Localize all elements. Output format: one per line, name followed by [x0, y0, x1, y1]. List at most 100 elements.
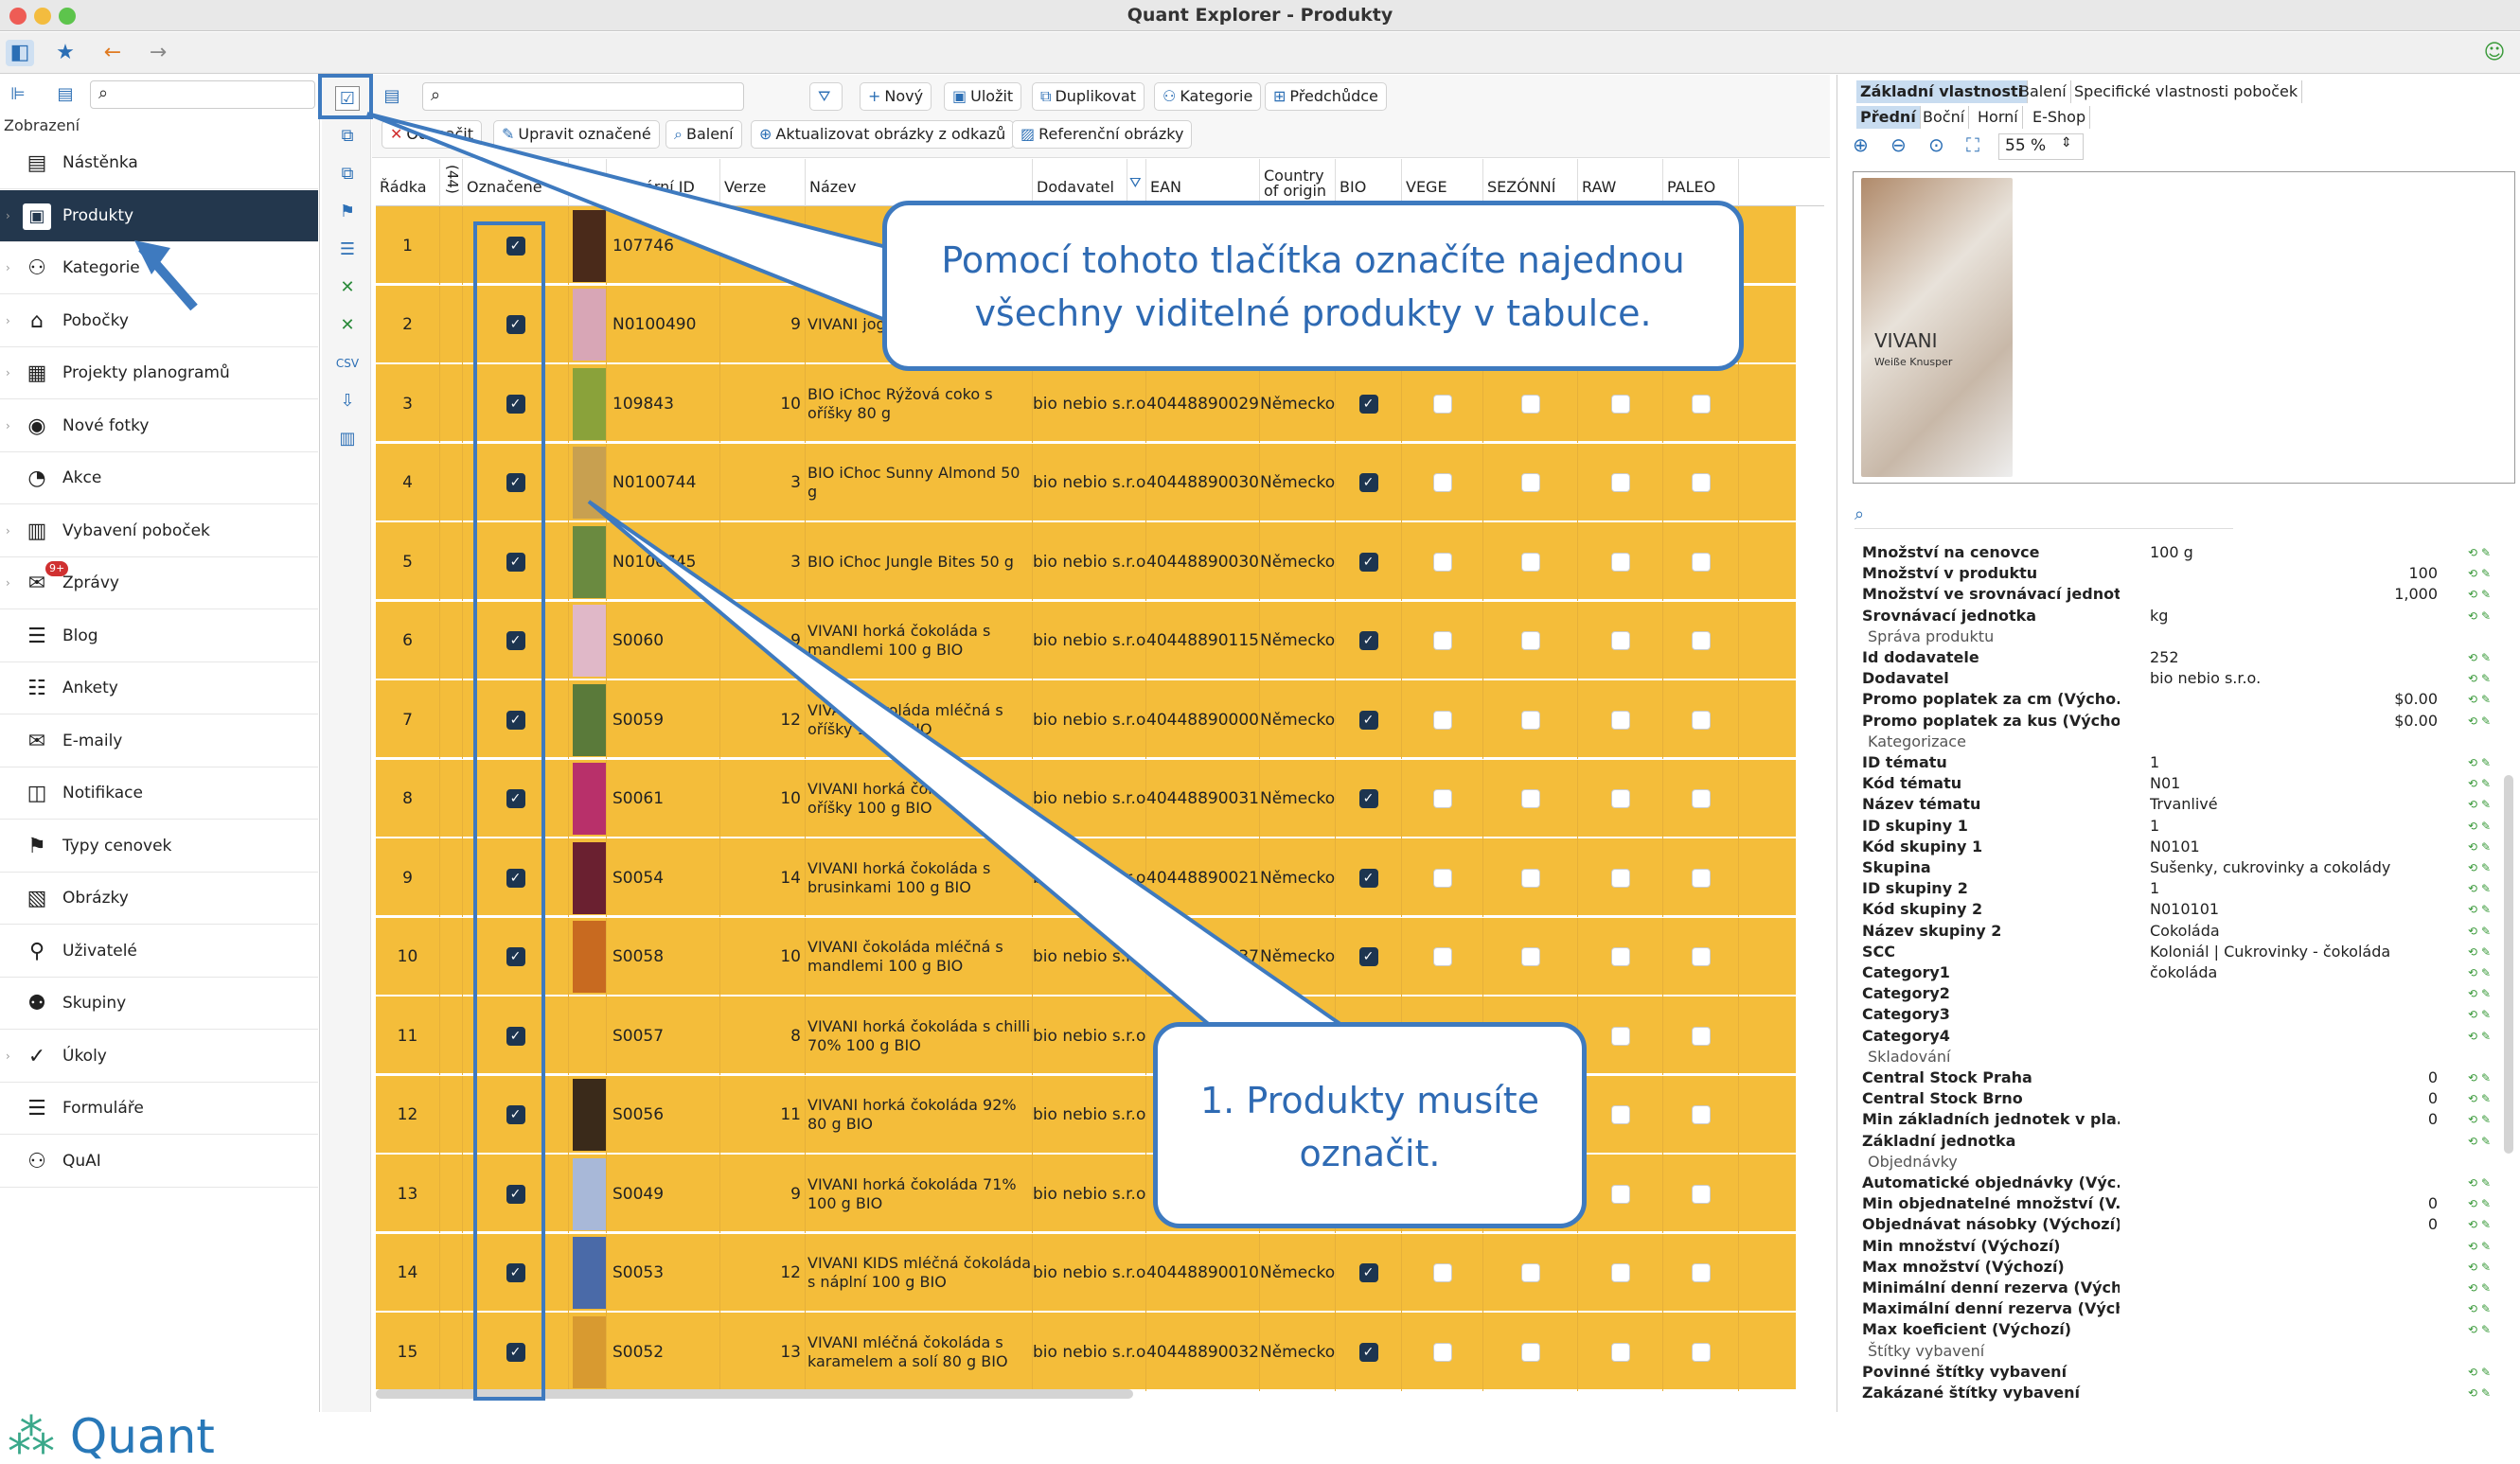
bio-checkbox[interactable]: ✓ [1358, 710, 1378, 730]
flag-checkbox[interactable] [1520, 868, 1540, 888]
table-row[interactable]: 9 ✓ S0054 14 VIVANI horká čokoláda s brusink… [376, 838, 1796, 917]
zoom-fit-icon[interactable]: ⊙ [1928, 133, 1944, 156]
table-row[interactable]: 15 ✓ S0052 13 VIVANI mléčná čokoláda s karam… [376, 1313, 1796, 1391]
column-header-3[interactable]: Název [569, 159, 607, 206]
table-row[interactable]: 10 ✓ S0058 10 VIVANI čokoláda mléčná s mandl… [376, 917, 1796, 997]
sidebar-item-8[interactable]: › ▥ Vybavení poboček [0, 505, 318, 557]
select-all-checkbox-icon[interactable]: ☑ [335, 86, 360, 111]
property-edit-icons[interactable]: ⟲✎ [2468, 542, 2494, 563]
flag-checkbox[interactable] [1691, 1026, 1711, 1046]
mark-cell[interactable]: ✓ [463, 601, 569, 680]
toolbar-button-uložit[interactable]: ▣ Uložit [944, 82, 1022, 111]
property-row[interactable]: Automatické objednávky (Výc... ⟲✎ [1851, 1173, 2504, 1193]
column-header-2[interactable]: Označené [463, 159, 569, 206]
expand-arrow-icon[interactable]: › [6, 295, 10, 347]
column-header-5[interactable]: Verze [720, 159, 806, 206]
flag-checkbox[interactable] [1691, 947, 1711, 966]
sidebar-item-18[interactable]: › ✓ Úkoly [0, 1031, 318, 1083]
flag-checkbox[interactable] [1520, 1342, 1540, 1362]
tree-view-icon[interactable]: ⊫ [6, 82, 30, 107]
flag-checkbox[interactable] [1610, 631, 1630, 650]
row-checkbox[interactable]: ✓ [506, 1342, 525, 1362]
property-row[interactable]: Množství ve srovnávací jednot... 1,000 ⟲✎ [1851, 584, 2504, 605]
property-edit-icons[interactable]: ⟲✎ [2468, 837, 2494, 857]
toolbar-button-nový[interactable]: + Nový [860, 82, 932, 111]
property-row[interactable]: Název skupiny 2 Cokoláda ⟲✎ [1851, 921, 2504, 942]
mark-cell[interactable]: ✓ [463, 285, 569, 364]
sidebar-item-15[interactable]: ▧ Obrázky [0, 873, 318, 925]
property-row[interactable]: Promo poplatek za cm (Výcho... $0.00 ⟲✎ [1851, 689, 2504, 710]
property-edit-icons[interactable]: ⟲✎ [2468, 1026, 2494, 1047]
sidebar-item-3[interactable]: › ⚇ Kategorie [0, 242, 318, 294]
row-checkbox[interactable]: ✓ [506, 710, 525, 730]
row-checkbox[interactable]: ✓ [506, 868, 525, 888]
bio-checkbox[interactable]: ✓ [1358, 552, 1378, 572]
sidebar-item-6[interactable]: › ◉ Nové fotky [0, 400, 318, 452]
tab-2[interactable]: Specifické vlastnosti poboček [2070, 80, 2303, 103]
flag-checkbox[interactable] [1432, 868, 1452, 888]
expand-arrow-icon[interactable]: › [6, 505, 10, 557]
property-row[interactable]: Maximální denní rezerva (Vých... ⟲✎ [1851, 1298, 2504, 1319]
expand-arrow-icon[interactable]: › [6, 400, 10, 452]
flag-checkbox[interactable] [1610, 789, 1630, 808]
import-icon[interactable]: ⇩ [335, 389, 360, 414]
property-edit-icons[interactable]: ⟲✎ [2468, 1257, 2494, 1278]
mark-cell[interactable]: ✓ [463, 364, 569, 443]
row-checkbox[interactable]: ✓ [506, 552, 525, 572]
forward-arrow-icon[interactable]: → [144, 40, 172, 66]
sidebar-item-9[interactable]: › ✉ 9+ Zprávy [0, 557, 318, 609]
bio-checkbox[interactable]: ✓ [1358, 789, 1378, 808]
column-header-12[interactable]: VEGE [1402, 159, 1483, 206]
column-header-6[interactable]: Název [806, 159, 1033, 206]
flag-checkbox[interactable] [1432, 394, 1452, 414]
table-row[interactable]: 7 ✓ S0059 12 VIVANI čokoláda mléčná s oříšky… [376, 680, 1796, 759]
flag-checkbox[interactable] [1520, 710, 1540, 730]
row-checkbox[interactable]: ✓ [506, 1184, 525, 1204]
copy2-icon[interactable]: ⧉ [335, 162, 360, 186]
flag-checkbox[interactable] [1691, 473, 1711, 492]
zoom-stepper-icon[interactable]: ⇕ [2061, 135, 2072, 150]
property-row[interactable]: Srovnávací jednotka kg ⟲✎ [1851, 606, 2504, 626]
property-edit-icons[interactable]: ⟲✎ [2468, 1193, 2494, 1214]
sidebar-item-19[interactable]: ☰ Formuláře [0, 1083, 318, 1135]
column-header-13[interactable]: SEZÓNNÍ [1483, 159, 1578, 206]
property-row[interactable]: ID skupiny 1 1 ⟲✎ [1851, 816, 2504, 837]
flag-checkbox[interactable] [1432, 947, 1452, 966]
property-row[interactable]: Množství na cenovce 100 g ⟲✎ [1851, 542, 2504, 563]
flag-checkbox[interactable] [1610, 1184, 1630, 1204]
toolbar-button-filter[interactable]: ⛛ [809, 82, 843, 111]
mark-cell[interactable]: ✓ [463, 1075, 569, 1155]
sidebar-item-10[interactable]: ☰ Blog [0, 610, 318, 662]
flag-checkbox[interactable] [1520, 552, 1540, 572]
property-row[interactable]: Category4 ⟲✎ [1851, 1026, 2504, 1047]
flag-checkbox[interactable] [1432, 473, 1452, 492]
property-row[interactable]: Category3 ⟲✎ [1851, 1004, 2504, 1025]
table-row[interactable]: 6 ✓ S0060 9 VIVANI horká čokoláda s mandlemi… [376, 601, 1796, 680]
property-row[interactable]: Min základních jednotek v pla... 0 ⟲✎ [1851, 1109, 2504, 1130]
flag-checkbox[interactable] [1691, 631, 1711, 650]
toolbar-button-2[interactable]: ⌕ Balení [665, 120, 742, 149]
column-header-11[interactable]: BIO [1336, 159, 1402, 206]
property-row[interactable]: Skupina Sušenky, cukrovinky a cokolády ⟲✎ [1851, 857, 2504, 878]
flag-checkbox[interactable] [1432, 1263, 1452, 1282]
property-edit-icons[interactable]: ⟲✎ [2468, 816, 2494, 837]
property-edit-icons[interactable]: ⟲✎ [2468, 689, 2494, 710]
property-edit-icons[interactable]: ⟲✎ [2468, 584, 2494, 605]
property-row[interactable]: Kód skupiny 2 N010101 ⟲✎ [1851, 899, 2504, 920]
property-edit-icons[interactable]: ⟲✎ [2468, 1173, 2494, 1193]
flag-checkbox[interactable] [1610, 710, 1630, 730]
row-checkbox[interactable]: ✓ [506, 1026, 525, 1046]
toolbar-button-4[interactable]: ▨ Referenční obrázky [1012, 120, 1193, 149]
tab-1[interactable]: Balení [2015, 80, 2071, 103]
table-search-input[interactable]: ⌕ [422, 82, 744, 111]
property-edit-icons[interactable]: ⟲✎ [2468, 752, 2494, 773]
table-row[interactable]: 14 ✓ S0053 12 VIVANI KIDS mléčná čokoláda s … [376, 1233, 1796, 1313]
sidebar-item-5[interactable]: › ▦ Projekty planogramů [0, 347, 318, 399]
toolbar-button-kategorie[interactable]: ⚇ Kategorie [1154, 82, 1262, 111]
column-header-0[interactable]: Řádka [376, 159, 440, 206]
expand-arrow-icon[interactable]: › [6, 347, 10, 399]
flag-checkbox[interactable] [1432, 789, 1452, 808]
table-row[interactable]: 3 ✓ 109843 10 BIO iChoc Rýžová coko s oříšky… [376, 364, 1796, 443]
zoom-out-icon[interactable]: ⊖ [1890, 133, 1907, 156]
property-edit-icons[interactable]: ⟲✎ [2468, 1383, 2494, 1403]
